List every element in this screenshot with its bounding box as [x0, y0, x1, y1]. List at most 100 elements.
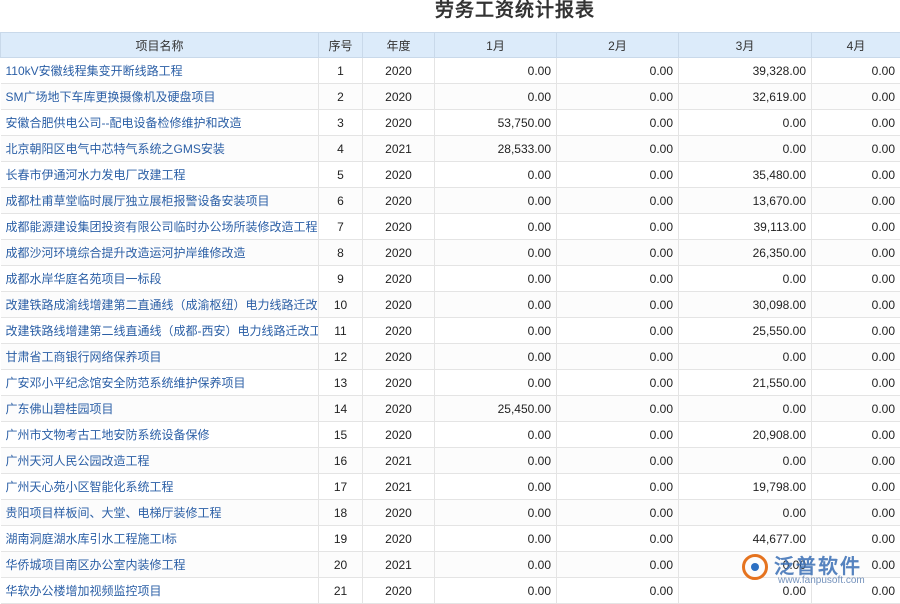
cell-project-name[interactable]: 安徽合肥供电公司--配电设备检修维护和改造: [1, 110, 319, 136]
cell-year: 2020: [363, 396, 435, 422]
cell-year: 2021: [363, 474, 435, 500]
cell-mar: 39,113.00: [679, 214, 812, 240]
fanpu-logo-icon: [742, 554, 768, 580]
cell-index: 19: [319, 526, 363, 552]
cell-project-name[interactable]: 广州市文物考古工地安防系统设备保修: [1, 422, 319, 448]
cell-feb: 0.00: [557, 552, 679, 578]
cell-apr: 0.00: [812, 214, 900, 240]
cell-index: 18: [319, 500, 363, 526]
cell-mar: 32,619.00: [679, 84, 812, 110]
cell-project-name[interactable]: 成都杜甫草堂临时展厅独立展柜报警设备安装项目: [1, 188, 319, 214]
cell-mar: 19,798.00: [679, 474, 812, 500]
cell-jan: 0.00: [435, 500, 557, 526]
cell-project-name[interactable]: 甘肃省工商银行网络保养项目: [1, 344, 319, 370]
column-header-jan[interactable]: 1月: [435, 33, 557, 58]
cell-jan: 28,533.00: [435, 136, 557, 162]
cell-feb: 0.00: [557, 292, 679, 318]
cell-year: 2020: [363, 84, 435, 110]
cell-jan: 0.00: [435, 58, 557, 84]
table-row[interactable]: 广东佛山碧桂园项目14202025,450.000.000.000.00: [1, 396, 900, 422]
table-row[interactable]: 贵阳项目样板间、大堂、电梯厅装修工程1820200.000.000.000.00: [1, 500, 900, 526]
cell-project-name[interactable]: 成都能源建设集团投资有限公司临时办公场所装修改造工程EPC: [1, 214, 319, 240]
cell-apr: 0.00: [812, 448, 900, 474]
cell-jan: 0.00: [435, 370, 557, 396]
column-header-index[interactable]: 序号: [319, 33, 363, 58]
cell-project-name[interactable]: 广安邓小平纪念馆安全防范系统维护保养项目: [1, 370, 319, 396]
table-row[interactable]: SM广场地下车库更换摄像机及硬盘项目220200.000.0032,619.00…: [1, 84, 900, 110]
cell-project-name[interactable]: 改建铁路成渝线增建第二直通线（成渝枢纽）电力线路迁改工程: [1, 292, 319, 318]
table-row[interactable]: 湖南洞庭湖水库引水工程施工I标1920200.000.0044,677.000.…: [1, 526, 900, 552]
table-row[interactable]: 安徽合肥供电公司--配电设备检修维护和改造3202053,750.000.000…: [1, 110, 900, 136]
cell-year: 2020: [363, 500, 435, 526]
table-row[interactable]: 改建铁路线增建第二线直通线（成都-西安）电力线路迁改工程1120200.000.…: [1, 318, 900, 344]
cell-apr: 0.00: [812, 110, 900, 136]
cell-index: 13: [319, 370, 363, 396]
cell-mar: 39,328.00: [679, 58, 812, 84]
cell-mar: 25,550.00: [679, 318, 812, 344]
column-header-project-name[interactable]: 项目名称: [1, 33, 319, 58]
table-row[interactable]: 成都水岸华庭名苑项目一标段920200.000.000.000.00: [1, 266, 900, 292]
cell-feb: 0.00: [557, 526, 679, 552]
cell-index: 2: [319, 84, 363, 110]
cell-index: 14: [319, 396, 363, 422]
cell-feb: 0.00: [557, 474, 679, 500]
cell-year: 2020: [363, 266, 435, 292]
cell-project-name[interactable]: 北京朝阳区电气中芯特气系统之GMS安装: [1, 136, 319, 162]
cell-project-name[interactable]: 华侨城项目南区办公室内装修工程: [1, 552, 319, 578]
cell-feb: 0.00: [557, 162, 679, 188]
cell-jan: 0.00: [435, 214, 557, 240]
table-row[interactable]: 长春市伊通河水力发电厂改建工程520200.000.0035,480.000.0…: [1, 162, 900, 188]
cell-feb: 0.00: [557, 318, 679, 344]
cell-index: 11: [319, 318, 363, 344]
table-row[interactable]: 广州市文物考古工地安防系统设备保修1520200.000.0020,908.00…: [1, 422, 900, 448]
cell-project-name[interactable]: 湖南洞庭湖水库引水工程施工I标: [1, 526, 319, 552]
cell-mar: 0.00: [679, 448, 812, 474]
table-row[interactable]: 成都沙河环境综合提升改造运河护岸维修改造820200.000.0026,350.…: [1, 240, 900, 266]
cell-project-name[interactable]: 长春市伊通河水力发电厂改建工程: [1, 162, 319, 188]
cell-project-name[interactable]: 贵阳项目样板间、大堂、电梯厅装修工程: [1, 500, 319, 526]
table-row[interactable]: 广安邓小平纪念馆安全防范系统维护保养项目1320200.000.0021,550…: [1, 370, 900, 396]
cell-mar: 20,908.00: [679, 422, 812, 448]
cell-mar: 26,350.00: [679, 240, 812, 266]
table-row[interactable]: 改建铁路成渝线增建第二直通线（成渝枢纽）电力线路迁改工程1020200.000.…: [1, 292, 900, 318]
cell-mar: 13,670.00: [679, 188, 812, 214]
table-row[interactable]: 110kV安徽线程集变开断线路工程120200.000.0039,328.000…: [1, 58, 900, 84]
cell-apr: 0.00: [812, 474, 900, 500]
table-body: 110kV安徽线程集变开断线路工程120200.000.0039,328.000…: [1, 58, 900, 604]
cell-index: 6: [319, 188, 363, 214]
cell-jan: 0.00: [435, 552, 557, 578]
cell-project-name[interactable]: 改建铁路线增建第二线直通线（成都-西安）电力线路迁改工程: [1, 318, 319, 344]
column-header-apr[interactable]: 4月: [812, 33, 900, 58]
cell-project-name[interactable]: 广东佛山碧桂园项目: [1, 396, 319, 422]
column-header-feb[interactable]: 2月: [557, 33, 679, 58]
table-row[interactable]: 北京朝阳区电气中芯特气系统之GMS安装4202128,533.000.000.0…: [1, 136, 900, 162]
table-row[interactable]: 甘肃省工商银行网络保养项目1220200.000.000.000.00: [1, 344, 900, 370]
table-row[interactable]: 广州天河人民公园改造工程1620210.000.000.000.00: [1, 448, 900, 474]
cell-feb: 0.00: [557, 266, 679, 292]
table-row[interactable]: 广州天心苑小区智能化系统工程1720210.000.0019,798.000.0…: [1, 474, 900, 500]
cell-jan: 25,450.00: [435, 396, 557, 422]
column-header-mar[interactable]: 3月: [679, 33, 812, 58]
cell-apr: 0.00: [812, 188, 900, 214]
table-row[interactable]: 成都能源建设集团投资有限公司临时办公场所装修改造工程EPC720200.000.…: [1, 214, 900, 240]
cell-project-name[interactable]: SM广场地下车库更换摄像机及硬盘项目: [1, 84, 319, 110]
cell-index: 3: [319, 110, 363, 136]
cell-project-name[interactable]: 110kV安徽线程集变开断线路工程: [1, 58, 319, 84]
cell-project-name[interactable]: 广州天心苑小区智能化系统工程: [1, 474, 319, 500]
cell-index: 15: [319, 422, 363, 448]
cell-index: 10: [319, 292, 363, 318]
cell-feb: 0.00: [557, 448, 679, 474]
cell-feb: 0.00: [557, 214, 679, 240]
cell-project-name[interactable]: 广州天河人民公园改造工程: [1, 448, 319, 474]
cell-apr: 0.00: [812, 292, 900, 318]
cell-apr: 0.00: [812, 344, 900, 370]
table-row[interactable]: 成都杜甫草堂临时展厅独立展柜报警设备安装项目620200.000.0013,67…: [1, 188, 900, 214]
cell-mar: 35,480.00: [679, 162, 812, 188]
cell-project-name[interactable]: 成都沙河环境综合提升改造运河护岸维修改造: [1, 240, 319, 266]
cell-mar: 0.00: [679, 136, 812, 162]
column-header-year[interactable]: 年度: [363, 33, 435, 58]
cell-feb: 0.00: [557, 500, 679, 526]
cell-apr: 0.00: [812, 318, 900, 344]
cell-jan: 0.00: [435, 448, 557, 474]
cell-project-name[interactable]: 成都水岸华庭名苑项目一标段: [1, 266, 319, 292]
